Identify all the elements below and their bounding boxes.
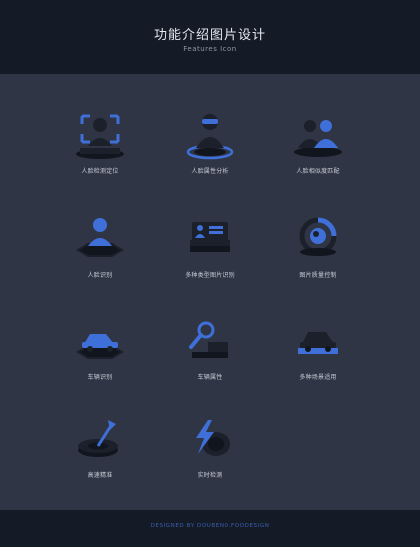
feature-face-recognition: 人脸识别 [50, 212, 150, 292]
feature-face-compare: 人脸相似度匹配 [268, 108, 368, 188]
feature-card-recognition: 多种类型图片识别 [160, 212, 260, 292]
footer-credit: DESIGNED BY DOUBEN0.FOODESIGN [150, 523, 270, 529]
card-recognition-icon [190, 222, 230, 252]
vehicle-attribute-icon [189, 321, 228, 358]
feature-scene-adapt: 多种场景适用 [268, 314, 368, 394]
feature-high-precision: 高速精准 [50, 412, 150, 492]
face-recognition-icon [76, 218, 124, 257]
scene-adapt-icon [298, 332, 338, 354]
page-header: 功能介绍图片设计 Features Icon [0, 0, 420, 74]
page-subtitle: Features Icon [183, 45, 237, 53]
page-footer: DESIGNED BY DOUBEN0.FOODESIGN [0, 510, 420, 547]
feature-vehicle-recognition: 车辆识别 [50, 314, 150, 394]
page-title: 功能介绍图片设计 [153, 28, 266, 43]
feature-label: 人脸属性分析 [191, 168, 229, 175]
feature-label: 车辆识别 [87, 374, 113, 381]
feature-face-attribute: 人脸属性分析 [160, 108, 260, 188]
feature-label: 图片质量控制 [299, 272, 337, 279]
feature-label: 多种类型图片识别 [185, 272, 235, 279]
feature-image-quality: 图片质量控制 [268, 212, 368, 292]
feature-face-detection: 人脸检测定位 [50, 108, 150, 188]
feature-realtime-detect: 实时检测 [160, 412, 260, 492]
vehicle-recognition-icon [76, 334, 124, 359]
feature-label: 人脸检测定位 [81, 168, 119, 175]
image-quality-icon [299, 217, 337, 256]
face-compare-icon [294, 120, 342, 157]
face-attribute-icon [186, 114, 234, 160]
face-detection-icon [76, 114, 124, 159]
realtime-detect-icon [196, 420, 230, 456]
feature-label: 人脸相似度匹配 [296, 168, 340, 175]
feature-label: 人脸识别 [87, 272, 113, 279]
feature-label: 车辆属性 [197, 374, 223, 381]
feature-label: 多种场景适用 [299, 374, 337, 381]
icon-grid: 人脸检测定位 人脸属性分析 人脸相似度匹配 人脸识别 多种类型图片识别 图片质量… [0, 74, 420, 510]
high-precision-icon [78, 420, 118, 457]
feature-label: 实时检测 [197, 472, 223, 479]
feature-vehicle-attribute: 车辆属性 [160, 314, 260, 394]
feature-label: 高速精准 [87, 472, 113, 479]
